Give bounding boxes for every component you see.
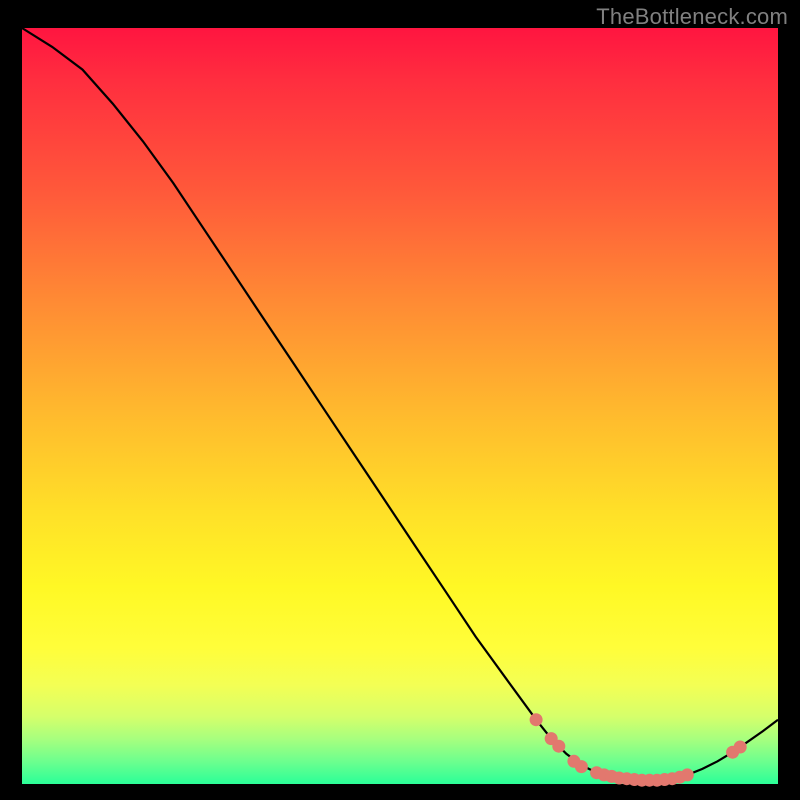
attribution-text: TheBottleneck.com [596,4,788,30]
data-marker [681,768,694,781]
plot-area [22,28,778,784]
data-marker [530,713,543,726]
data-marker [575,760,588,773]
curve-svg [22,28,778,784]
curve-path [22,28,778,780]
marker-group [530,713,747,787]
data-marker [552,740,565,753]
data-marker [734,741,747,754]
chart-frame: TheBottleneck.com [0,0,800,800]
